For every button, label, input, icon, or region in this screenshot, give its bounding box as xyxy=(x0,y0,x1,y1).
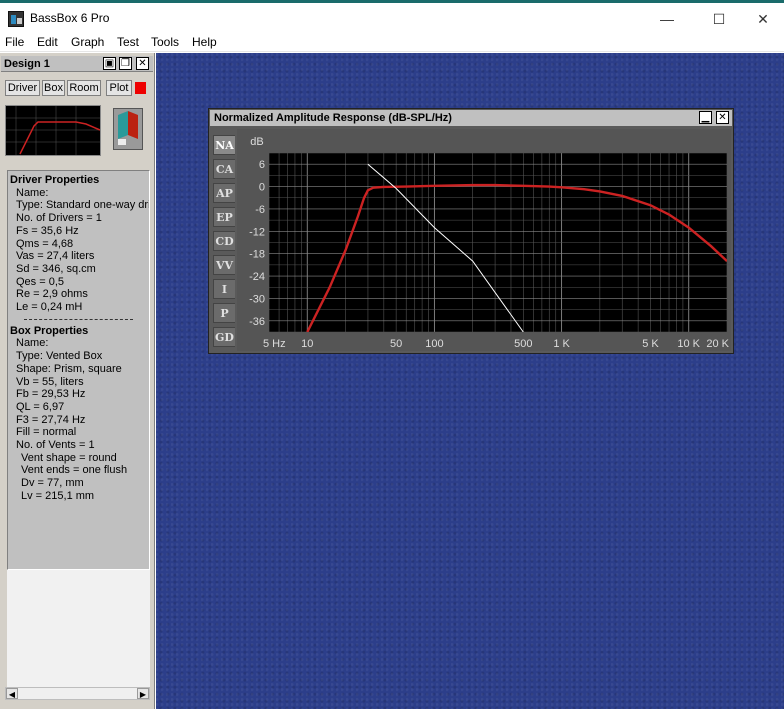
tab-p[interactable]: P xyxy=(213,303,235,323)
close-icon[interactable]: ✕ xyxy=(716,111,729,124)
box-prop: QL = 6,97 xyxy=(16,400,65,413)
graph-window-title: Normalized Amplitude Response (dB-SPL/Hz… xyxy=(214,112,452,124)
box-thumbnail[interactable] xyxy=(113,108,143,150)
y-axis-unit-label: dB xyxy=(250,136,263,148)
tab-ap[interactable]: AP xyxy=(213,183,235,203)
box-prop: Shape: Prism, square xyxy=(16,362,122,375)
window-title: BassBox 6 Pro xyxy=(30,11,110,25)
x-tick-label: 500 xyxy=(514,338,532,350)
x-tick-label: 5 Hz xyxy=(263,338,286,350)
x-tick-label: 10 xyxy=(301,338,313,350)
x-tick-label: 5 K xyxy=(642,338,659,350)
menu-help[interactable]: Help xyxy=(192,35,217,49)
tab-vv[interactable]: VV xyxy=(213,255,235,275)
tab-cd[interactable]: CD xyxy=(213,231,235,251)
menu-file[interactable]: File xyxy=(5,35,24,49)
driver-prop: Qes = 0,5 xyxy=(16,275,65,288)
driver-prop: No. of Drivers = 1 xyxy=(16,212,102,225)
box-prop: Type: Vented Box xyxy=(16,350,103,363)
tab-gd[interactable]: GD xyxy=(213,327,235,347)
box-prop: Fb = 29,53 Hz xyxy=(16,388,86,401)
x-tick-label: 50 xyxy=(390,338,402,350)
y-tick-label: 6 xyxy=(259,159,265,171)
tab-i[interactable]: I xyxy=(213,279,235,299)
x-tick-label: 100 xyxy=(425,338,443,350)
driver-prop: Sd = 346, sq.cm xyxy=(16,262,96,275)
driver-properties-title: Driver Properties xyxy=(10,174,100,186)
y-tick-label: -6 xyxy=(255,204,265,216)
menu-edit[interactable]: Edit xyxy=(37,35,58,49)
y-tick-label: -30 xyxy=(249,293,265,305)
driver-prop: Qms = 4,68 xyxy=(16,237,74,250)
driver-prop: Vas = 27,4 liters xyxy=(16,250,95,263)
box-prop: Vent ends = one flush xyxy=(21,464,128,477)
properties-list: Driver Properties Name: Type: Standard o… xyxy=(7,170,150,570)
scroll-right-icon[interactable]: ▶ xyxy=(137,688,149,699)
close-icon[interactable]: ✕ xyxy=(136,57,149,70)
box-prop: Lv = 215,1 mm xyxy=(21,489,95,502)
app-icon xyxy=(8,11,24,27)
title-bar: BassBox 6 Pro — ☐ ✕ xyxy=(0,0,784,34)
properties-blank-area xyxy=(7,570,150,687)
x-tick-label: 20 K xyxy=(706,338,729,350)
box-prop: Fill = normal xyxy=(16,426,77,439)
menu-tools[interactable]: Tools xyxy=(151,35,179,49)
design-panel-header: Design 1 ▣ ❐ ✕ xyxy=(1,56,153,72)
y-tick-label: -18 xyxy=(249,249,265,261)
driver-prop: Le = 0,24 mH xyxy=(16,301,83,314)
scroll-left-icon[interactable]: ◀ xyxy=(6,688,18,699)
tab-plot[interactable]: Plot xyxy=(106,80,132,96)
maximize-button[interactable]: ☐ xyxy=(696,8,742,30)
graph-window[interactable]: Normalized Amplitude Response (dB-SPL/Hz… xyxy=(208,108,734,354)
horizontal-scrollbar[interactable]: ◀ ▶ xyxy=(5,687,150,700)
x-tick-label: 1 K xyxy=(553,338,570,350)
design-panel-title: Design 1 xyxy=(4,58,50,70)
tab-room[interactable]: Room xyxy=(67,80,101,96)
box-prop: Name: xyxy=(16,337,49,350)
y-tick-label: -24 xyxy=(249,271,265,283)
driver-prop: Fs = 35,6 Hz xyxy=(16,224,79,237)
divider xyxy=(24,318,133,320)
driver-prop: Name: xyxy=(16,186,49,199)
tab-driver[interactable]: Driver xyxy=(5,80,40,96)
tab-ca[interactable]: CA xyxy=(213,159,235,179)
box-prop: Vent shape = round xyxy=(21,451,117,464)
box-prop: Dv = 77, mm xyxy=(21,477,84,490)
box-prop: No. of Vents = 1 xyxy=(16,439,95,452)
box-prop: F3 = 27,74 Hz xyxy=(16,413,86,426)
y-tick-label: -36 xyxy=(249,316,265,328)
amplitude-chart[interactable]: 6 0 -6 -12 -18 -24 -30 -36 5 Hz 10 50 100 500 1 K 5 K… xyxy=(237,129,731,351)
menu-test[interactable]: Test xyxy=(117,35,139,49)
menu-graph[interactable]: Graph xyxy=(71,35,104,49)
copy-icon[interactable]: ❐ xyxy=(119,57,132,70)
x-tick-label: 10 K xyxy=(677,338,700,350)
driver-prop: Type: Standard one-way driv xyxy=(16,199,150,212)
tab-box[interactable]: Box xyxy=(42,80,65,96)
menu-bar: File Edit Graph Test Tools Help xyxy=(0,34,784,52)
close-button[interactable]: ✕ xyxy=(740,8,784,30)
y-tick-label: 0 xyxy=(259,182,265,194)
driver-prop: Re = 2,9 ohms xyxy=(16,288,88,301)
graph-window-titlebar[interactable]: Normalized Amplitude Response (dB-SPL/Hz… xyxy=(210,110,732,126)
tab-ep[interactable]: EP xyxy=(213,207,235,227)
plot-color-swatch[interactable] xyxy=(135,82,146,94)
design-panel: Design 1 ▣ ❐ ✕ Driver Box Room Plot Driv… xyxy=(0,53,155,709)
response-thumbnail[interactable] xyxy=(5,105,101,156)
minimize-button[interactable]: — xyxy=(644,8,690,30)
tab-na[interactable]: NA xyxy=(213,135,235,155)
save-icon[interactable]: ▣ xyxy=(103,57,116,70)
box-properties-title: Box Properties xyxy=(10,324,89,337)
minimize-icon[interactable]: ▁ xyxy=(699,111,712,124)
y-tick-label: -12 xyxy=(249,226,265,238)
box-prop: Vb = 55, liters xyxy=(16,375,84,388)
